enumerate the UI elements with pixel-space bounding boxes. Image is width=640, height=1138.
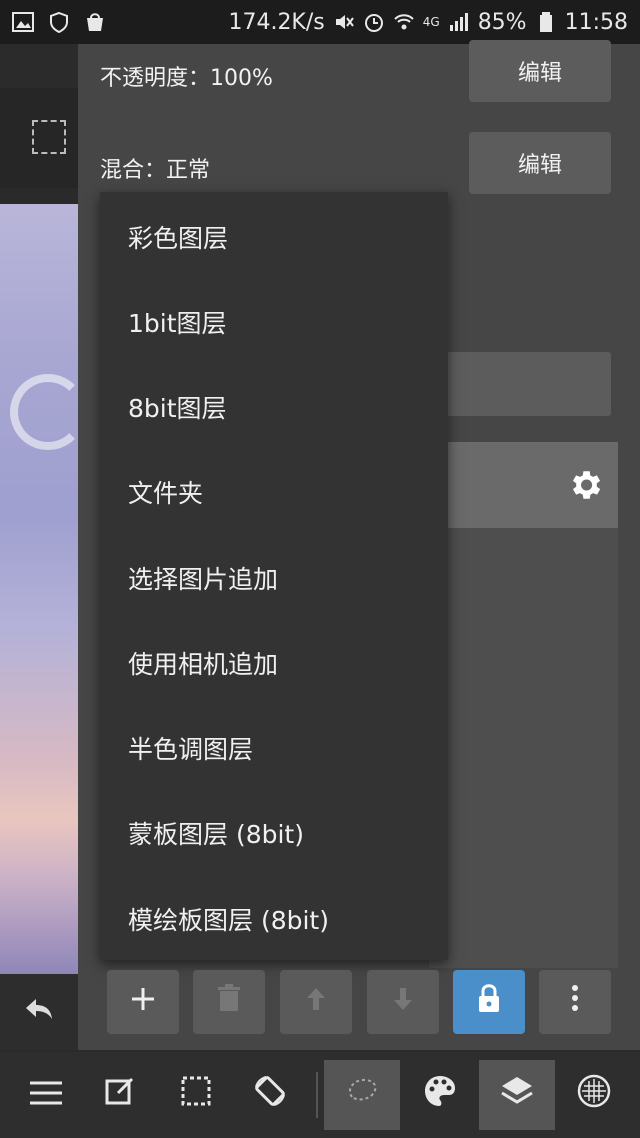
menu-icon [29, 1076, 63, 1114]
selection-tool-preview[interactable] [0, 88, 78, 188]
menu-item-1bit-layer[interactable]: 1bit图层 [100, 279, 448, 364]
add-layer-menu: 彩色图层 1bit图层 8bit图层 文件夹 选择图片追加 使用相机追加 半色调… [100, 192, 448, 960]
clock: 11:58 [564, 9, 628, 35]
app-root: 174.2K/s 4G 85% 11:58 不透明度：100% 编辑 混合：正常… [0, 0, 640, 1138]
layers-button[interactable] [479, 1060, 555, 1130]
menu-item-stencil-layer[interactable]: 模绘板图层 (8bit) [100, 876, 448, 961]
move-layer-down-button[interactable] [367, 970, 439, 1034]
trash-icon [215, 982, 243, 1022]
opacity-edit-button[interactable]: 编辑 [469, 40, 611, 102]
layers-icon [499, 1074, 535, 1116]
gallery-icon [12, 11, 34, 33]
layer-slider-bar[interactable] [429, 352, 611, 416]
lock-icon [475, 982, 503, 1023]
signal-label: 4G [422, 15, 440, 29]
selection-icon [180, 1075, 212, 1115]
palette-icon [423, 1074, 457, 1116]
toolbar-divider [316, 1072, 318, 1118]
delete-layer-button[interactable] [193, 970, 265, 1034]
more-vertical-icon [570, 982, 580, 1022]
arrow-down-icon [391, 982, 415, 1022]
alarm-icon [363, 11, 385, 33]
menu-item-add-from-image[interactable]: 选择图片追加 [100, 535, 448, 620]
wifi-icon [393, 11, 415, 33]
undo-icon [22, 991, 56, 1034]
move-layer-up-button[interactable] [280, 970, 352, 1034]
edit-icon [104, 1075, 136, 1115]
lasso-button[interactable] [324, 1060, 400, 1130]
menu-item-halftone-layer[interactable]: 半色调图层 [100, 705, 448, 790]
bag-icon [84, 11, 106, 33]
canvas-header [0, 44, 78, 88]
menu-item-color-layer[interactable]: 彩色图层 [100, 194, 448, 279]
network-speed: 174.2K/s [228, 9, 325, 35]
cell-signal-icon [448, 11, 470, 33]
grid-icon [576, 1073, 612, 1117]
palette-button[interactable] [402, 1060, 478, 1130]
lasso-icon [344, 1075, 380, 1115]
add-layer-button[interactable] [107, 970, 179, 1034]
battery-icon [535, 11, 557, 33]
more-options-button[interactable] [539, 970, 611, 1034]
mute-icon [333, 11, 355, 33]
blend-edit-button[interactable]: 编辑 [469, 132, 611, 194]
menu-item-mask-layer[interactable]: 蒙板图层 (8bit) [100, 790, 448, 875]
layer-list[interactable] [429, 528, 618, 968]
arrow-up-icon [304, 982, 328, 1022]
menu-item-8bit-layer[interactable]: 8bit图层 [100, 364, 448, 449]
status-bar: 174.2K/s 4G 85% 11:58 [0, 0, 640, 44]
main-menu-button[interactable] [8, 1060, 84, 1130]
edit-button[interactable] [82, 1060, 158, 1130]
opacity-label: 不透明度：100% [100, 66, 273, 91]
undo-button[interactable] [0, 974, 78, 1050]
menu-item-folder[interactable]: 文件夹 [100, 449, 448, 534]
grid-button[interactable] [556, 1060, 632, 1130]
layer-row-selected[interactable] [429, 442, 618, 528]
lock-layer-button[interactable] [453, 970, 525, 1034]
rotate-screen-icon [252, 1073, 288, 1117]
rotate-screen-button[interactable] [232, 1060, 308, 1130]
battery-percent: 85% [477, 9, 527, 35]
canvas-artwork[interactable] [0, 204, 86, 974]
gear-icon[interactable] [566, 466, 604, 512]
shield-icon [48, 11, 70, 34]
menu-item-add-from-camera[interactable]: 使用相机追加 [100, 620, 448, 705]
bottom-toolbar [0, 1052, 640, 1138]
selection-button[interactable] [158, 1060, 234, 1130]
layer-actions [78, 970, 640, 1036]
blend-mode-label: 混合：正常 [100, 158, 211, 183]
selection-icon [32, 120, 66, 154]
add-icon [129, 982, 157, 1022]
